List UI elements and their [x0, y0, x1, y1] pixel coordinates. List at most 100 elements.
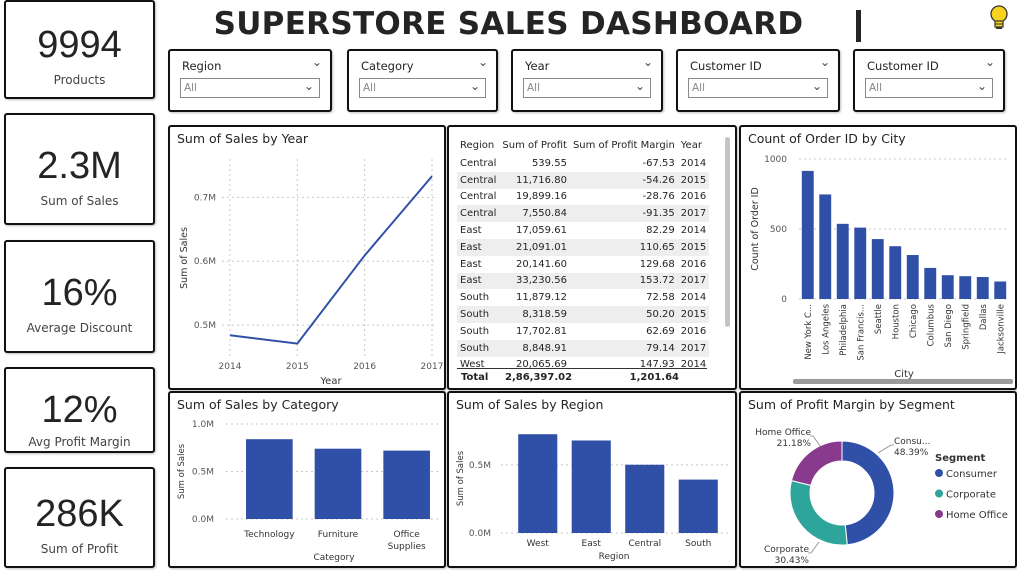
table-cell: -91.35: [569, 205, 678, 223]
table-row[interactable]: East 21,091.01 110.65 2015: [457, 238, 710, 256]
y-tick-label: 0.7M: [194, 193, 216, 203]
bar: [314, 448, 362, 519]
profit-table[interactable]: Region Sum of Profit Sum of Profit Margin Y…: [447, 125, 737, 390]
chevron-down-icon[interactable]: ⌄: [635, 79, 645, 93]
table-cell: 33,230.56: [499, 272, 570, 290]
slicer-dropdown[interactable]: All ⌄: [865, 78, 993, 98]
table-cell: Central: [457, 171, 500, 189]
slice-label: Corporate: [764, 545, 809, 555]
table-cell: -67.53: [642, 157, 675, 169]
y-tick-label: 0.6M: [194, 257, 216, 267]
bar: [836, 223, 849, 299]
slicer-customer-id-2[interactable]: Customer ID ⌄ All ⌄: [853, 49, 1005, 112]
y-tick-label: 0: [781, 295, 787, 305]
x-tick-label: Supplies: [388, 542, 426, 552]
slicer-dropdown[interactable]: All ⌄: [523, 78, 651, 98]
table-header-cell[interactable]: Sum of Profit Margin: [570, 135, 678, 155]
bar-chart-sales-by-category[interactable]: Sum of Sales by Category 0.0M 0.5M 1.0M Tec…: [168, 391, 446, 568]
y-tick-label: 0.0M: [192, 515, 214, 525]
slicer-dropdown[interactable]: All ⌄: [688, 78, 828, 98]
table-cell: 11,879.12: [516, 292, 567, 304]
table-header-cell[interactable]: Region: [457, 135, 499, 155]
chevron-down-icon[interactable]: ⌄: [985, 55, 995, 69]
x-tick-label: San Francis...: [856, 304, 866, 361]
total-profit-margin: 1,201.64: [629, 372, 679, 383]
table-scrollbar[interactable]: [725, 137, 730, 327]
table-row[interactable]: Central 19,899.16 -28.76 2016: [457, 189, 709, 206]
y-axis-label: Sum of Sales: [177, 443, 187, 499]
table-cell: Central: [457, 205, 500, 223]
x-tick-label: San Diego: [944, 304, 954, 347]
x-axis-label: Region: [599, 552, 630, 562]
bar: [625, 464, 665, 533]
chevron-down-icon[interactable]: ⌄: [977, 79, 987, 93]
slicer-dropdown[interactable]: All ⌄: [180, 78, 320, 98]
slicer-label: Customer ID: [690, 59, 762, 73]
table-row[interactable]: East 33,230.56 153.72 2017: [457, 272, 710, 290]
table-cell: 8,848.91: [499, 339, 570, 357]
leader-line: [808, 541, 820, 554]
chevron-down-icon[interactable]: ⌄: [643, 55, 653, 69]
chart-title: Sum of Sales by Year: [177, 131, 309, 146]
bar: [889, 246, 902, 299]
slicer-year[interactable]: Year ⌄ All ⌄: [511, 49, 663, 112]
table-row[interactable]: South 8,848.91 79.14 2017: [457, 339, 710, 357]
category-chart-svg: 0.0M 0.5M 1.0M Technology Furniture Office Sup…: [177, 420, 438, 563]
chevron-down-icon[interactable]: ⌄: [478, 55, 488, 69]
y-axis-label: Count of Order ID: [750, 187, 761, 271]
slicer-value: All: [869, 82, 883, 94]
table-row[interactable]: South 11,879.12 72.58 2014: [457, 289, 709, 306]
table-row[interactable]: East 17,059.61 82.29 2014: [457, 222, 709, 239]
donut-slice: [841, 440, 895, 546]
table-row[interactable]: South 8,318.59 50.20 2015: [457, 306, 710, 323]
table-cell: 2017: [677, 339, 710, 357]
y-tick-label: 0.5M: [194, 321, 216, 331]
table-cell: East: [460, 225, 482, 237]
kpi-card-profit: 286K Sum of Profit: [4, 467, 155, 568]
table-cell: 72.58: [646, 292, 675, 304]
legend-label: Consumer: [946, 469, 998, 480]
bar: [383, 450, 430, 519]
table-cell: 17,059.61: [516, 225, 567, 237]
chevron-down-icon[interactable]: ⌄: [470, 79, 480, 93]
line-chart-sales-by-year[interactable]: Sum of Sales by Year 0.5M 0.6M 0.7M 2014 201…: [168, 125, 446, 390]
chevron-down-icon[interactable]: ⌄: [820, 55, 830, 69]
y-tick-label: 0.5M: [469, 461, 491, 471]
x-tick-label: 2015: [286, 362, 309, 372]
chevron-down-icon[interactable]: ⌄: [312, 55, 322, 69]
x-tick-label: Jacksonville: [996, 304, 1006, 355]
x-tick-label: Technology: [243, 530, 295, 540]
x-tick-label: Seattle: [874, 304, 884, 334]
chevron-down-icon[interactable]: ⌄: [304, 79, 314, 93]
kpi-card-discount: 16% Average Discount: [4, 240, 155, 353]
table-row[interactable]: South 17,702.81 62.69 2016: [457, 323, 709, 340]
region-chart-svg: 0.0M 0.5M West East Central South Region Sum of…: [456, 434, 731, 562]
slicer-category[interactable]: Category ⌄ All ⌄: [347, 49, 498, 112]
table-cell: East: [457, 272, 500, 290]
table-cell: 2014: [680, 292, 707, 304]
table-cell: South: [457, 306, 500, 323]
total-profit: 2,86,397.02: [505, 372, 573, 383]
table-cell: 129.68: [639, 258, 675, 270]
table-row[interactable]: Central 539.55 -67.53 2014: [457, 155, 709, 172]
y-axis-label: Sum of Sales: [456, 450, 466, 506]
table-header-cell[interactable]: Sum of Profit: [499, 135, 570, 155]
bar-chart-orders-by-city[interactable]: Count of Order ID by City 0 500 1000 New Yo…: [739, 125, 1017, 390]
slicer-customer-id-1[interactable]: Customer ID ⌄ All ⌄: [676, 49, 840, 112]
horizontal-scrollbar[interactable]: [793, 379, 1013, 384]
bar: [871, 239, 884, 299]
table-row[interactable]: Central 11,716.80 -54.26 2015: [457, 171, 710, 189]
chevron-down-icon[interactable]: ⌄: [812, 79, 822, 93]
slicer-region[interactable]: Region ⌄ All ⌄: [168, 49, 332, 112]
bar-chart-sales-by-region[interactable]: Sum of Sales by Region 0.0M 0.5M West East C…: [447, 391, 737, 568]
slicer-label: Year: [525, 59, 550, 73]
table-cell: 21,091.01: [499, 238, 570, 256]
bar: [571, 440, 611, 533]
slicer-dropdown[interactable]: All ⌄: [359, 78, 486, 98]
table-cell: Central: [460, 191, 497, 203]
table-header-cell[interactable]: Year: [678, 135, 709, 155]
table-row[interactable]: Central 7,550.84 -91.35 2017: [457, 205, 710, 223]
lightbulb-icon[interactable]: [988, 4, 1010, 32]
donut-chart-profit-margin-by-segment[interactable]: Sum of Profit Margin by Segment Consu...…: [739, 391, 1017, 568]
table-row[interactable]: East 20,141.60 129.68 2016: [457, 256, 709, 273]
